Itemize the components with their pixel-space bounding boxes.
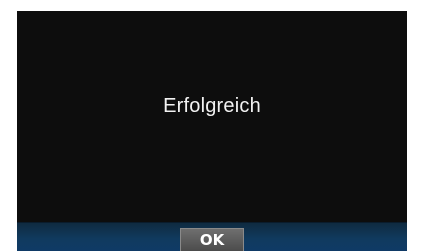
- dialog-message: Erfolgreich: [163, 95, 261, 117]
- dialog-footer: OK: [17, 222, 407, 251]
- ok-button[interactable]: OK: [180, 228, 244, 251]
- success-dialog: Erfolgreich OK: [17, 11, 407, 251]
